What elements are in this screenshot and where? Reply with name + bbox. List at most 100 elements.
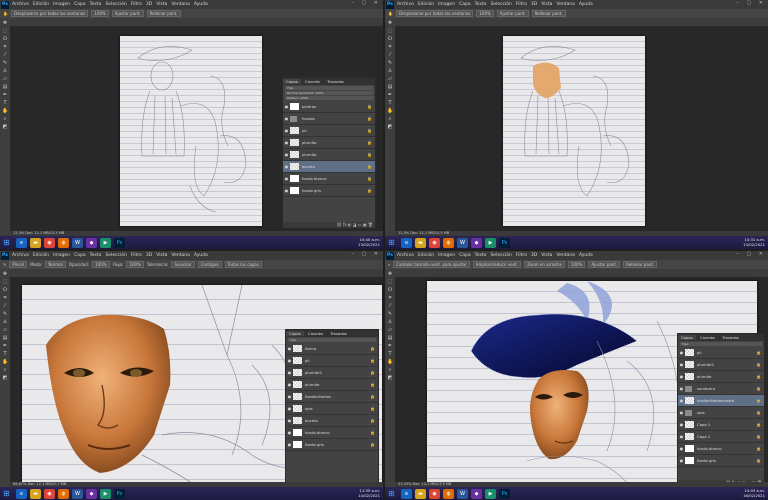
- color-swatch-icon[interactable]: ◩: [2, 375, 8, 381]
- crop-tool-icon[interactable]: ⌗: [2, 44, 8, 50]
- windows-start-icon[interactable]: ⊞: [388, 238, 398, 248]
- menu-edicion[interactable]: Edición: [418, 2, 434, 7]
- move-tool-icon[interactable]: ✥: [387, 20, 393, 26]
- visibility-eye-icon[interactable]: ●: [679, 431, 684, 442]
- pen-tool-icon[interactable]: ✒: [2, 343, 8, 349]
- menu-filtro[interactable]: Filtro: [516, 2, 527, 7]
- tab-trazados[interactable]: Trazados: [324, 79, 347, 84]
- menu-ayuda[interactable]: Ayuda: [194, 2, 208, 7]
- layer-row[interactable]: ● fondbrillantesrostro 🔒: [678, 395, 764, 407]
- eyedropper-tool-icon[interactable]: ⁄: [2, 303, 8, 309]
- visibility-eye-icon[interactable]: ●: [287, 415, 292, 426]
- stamp-tool-icon[interactable]: ♙: [2, 319, 8, 325]
- hand-tool-icon[interactable]: ✋: [387, 359, 393, 365]
- color-swatch-icon[interactable]: ◩: [387, 124, 393, 130]
- crop-tool-icon[interactable]: ⌗: [2, 295, 8, 301]
- hand-tool-icon[interactable]: ✋: [2, 359, 8, 365]
- visibility-eye-icon[interactable]: ●: [284, 125, 289, 136]
- menu-imagen[interactable]: Imagen: [438, 253, 455, 258]
- menu-capa[interactable]: Capa: [74, 2, 86, 7]
- gradient-tool-icon[interactable]: ▤: [387, 84, 393, 90]
- menu-edicion[interactable]: Edición: [33, 253, 49, 258]
- menu-vista[interactable]: Vista: [156, 253, 167, 258]
- mode-select[interactable]: Normal: [45, 261, 66, 268]
- visibility-eye-icon[interactable]: ●: [679, 347, 684, 358]
- antialias-checkbox[interactable]: Suavizar: [171, 261, 195, 268]
- layer-filter[interactable]: Tipo: [285, 86, 373, 90]
- type-tool-icon[interactable]: T: [387, 100, 393, 106]
- menu-texto[interactable]: Texto: [475, 253, 487, 258]
- media-icon[interactable]: ▶: [485, 237, 496, 248]
- visibility-eye-icon[interactable]: ●: [287, 391, 292, 402]
- layer-row[interactable]: ● ojos 🔒: [678, 407, 764, 419]
- layer-row[interactable]: ● plumita 🔒: [678, 371, 764, 383]
- photoshop-taskbar-icon[interactable]: Ps: [114, 237, 125, 248]
- layer-row[interactable]: ● Capa 1 🔒: [678, 419, 764, 431]
- menu-archivo[interactable]: Archivo: [12, 253, 29, 258]
- zoom-tool-icon[interactable]: ⌕: [388, 262, 390, 267]
- brush-tool-icon[interactable]: ✎: [387, 60, 393, 66]
- layer-row[interactable]: ● plumita 🔒: [286, 379, 378, 391]
- sketch-document[interactable]: [503, 36, 645, 226]
- canvas-area[interactable]: Capas Canales Trazados Tipo ● pil 🔒 ● plumit…: [395, 277, 768, 487]
- layer-row[interactable]: ● fondo gris 🔒: [286, 439, 378, 451]
- ie-icon[interactable]: e: [16, 488, 27, 499]
- color-swatch-icon[interactable]: ◩: [2, 124, 8, 130]
- crop-tool-icon[interactable]: ⌗: [387, 44, 393, 50]
- ie-icon[interactable]: e: [401, 488, 412, 499]
- file-explorer-icon[interactable]: ▬: [30, 488, 41, 499]
- menu-edicion[interactable]: Edición: [33, 2, 49, 7]
- chrome-icon[interactable]: ◉: [44, 488, 55, 499]
- menu-ayuda[interactable]: Ayuda: [579, 2, 593, 7]
- app-icon[interactable]: ◆: [86, 488, 97, 499]
- visibility-eye-icon[interactable]: ●: [679, 443, 684, 454]
- visibility-eye-icon[interactable]: ●: [284, 137, 289, 148]
- menu-archivo[interactable]: Archivo: [397, 2, 414, 7]
- word-icon[interactable]: W: [72, 488, 83, 499]
- word-icon[interactable]: W: [457, 488, 468, 499]
- stamp-tool-icon[interactable]: ♙: [2, 68, 8, 74]
- layer-row[interactable]: ● forma 🔒: [286, 343, 378, 355]
- marquee-tool-icon[interactable]: ⬚: [387, 279, 393, 285]
- layer-row[interactable]: ● Capa 2 🔒: [678, 431, 764, 443]
- move-tool-icon[interactable]: ✥: [387, 271, 393, 277]
- brush-preset-icon[interactable]: ✎: [3, 262, 6, 267]
- menu-edicion[interactable]: Edición: [418, 253, 434, 258]
- visibility-eye-icon[interactable]: ●: [679, 395, 684, 406]
- layer-row[interactable]: ● pil 🔒: [283, 125, 375, 137]
- brush-tool-icon[interactable]: ✎: [2, 60, 8, 66]
- menu-seleccion[interactable]: Selección: [105, 253, 126, 258]
- gradient-tool-icon[interactable]: ▤: [387, 335, 393, 341]
- type-tool-icon[interactable]: T: [387, 351, 393, 357]
- menu-archivo[interactable]: Archivo: [12, 2, 29, 7]
- visibility-eye-icon[interactable]: ●: [284, 101, 289, 112]
- scroll-all-windows-checkbox[interactable]: Desplazarse por todas las ventanas: [10, 10, 89, 17]
- canvas-area[interactable]: Capas Canales Trazados Tipo Normal Opaci…: [10, 26, 383, 236]
- visibility-eye-icon[interactable]: ●: [679, 383, 684, 394]
- layer-row[interactable]: ● fondo blanco 🔒: [286, 427, 378, 439]
- move-tool-icon[interactable]: ✥: [2, 271, 8, 277]
- canvas-area[interactable]: Capas Canales Trazados Tipo ● forma 🔒 ● pil 🔒…: [10, 277, 383, 487]
- lasso-tool-icon[interactable]: ⵔ: [387, 287, 393, 293]
- tab-capas[interactable]: Capas: [286, 331, 304, 336]
- resize-windows-checkbox[interactable]: Cambiar tamaño vent. para ajustar: [393, 261, 470, 268]
- pen-tool-icon[interactable]: ✒: [387, 92, 393, 98]
- pen-tool-icon[interactable]: ✒: [387, 343, 393, 349]
- eyedropper-tool-icon[interactable]: ⁄: [387, 52, 393, 58]
- app-icon[interactable]: ◆: [86, 237, 97, 248]
- eraser-tool-icon[interactable]: ▱: [387, 76, 393, 82]
- tab-canales[interactable]: Canales: [697, 335, 718, 340]
- menu-ventana[interactable]: Ventana: [171, 253, 189, 258]
- file-explorer-icon[interactable]: ▬: [415, 488, 426, 499]
- menu-seleccion[interactable]: Selección: [490, 253, 511, 258]
- word-icon[interactable]: W: [72, 237, 83, 248]
- visibility-eye-icon[interactable]: ●: [287, 343, 292, 354]
- pen-tool-icon[interactable]: ✒: [2, 92, 8, 98]
- menu-capa[interactable]: Capa: [74, 253, 86, 258]
- menu-texto[interactable]: Texto: [475, 2, 487, 7]
- firefox-icon[interactable]: ◍: [58, 488, 69, 499]
- menu-vista[interactable]: Vista: [156, 2, 167, 7]
- sketch-document[interactable]: [120, 36, 262, 226]
- marquee-tool-icon[interactable]: ⬚: [387, 28, 393, 34]
- menu-3d[interactable]: 3D: [146, 2, 152, 7]
